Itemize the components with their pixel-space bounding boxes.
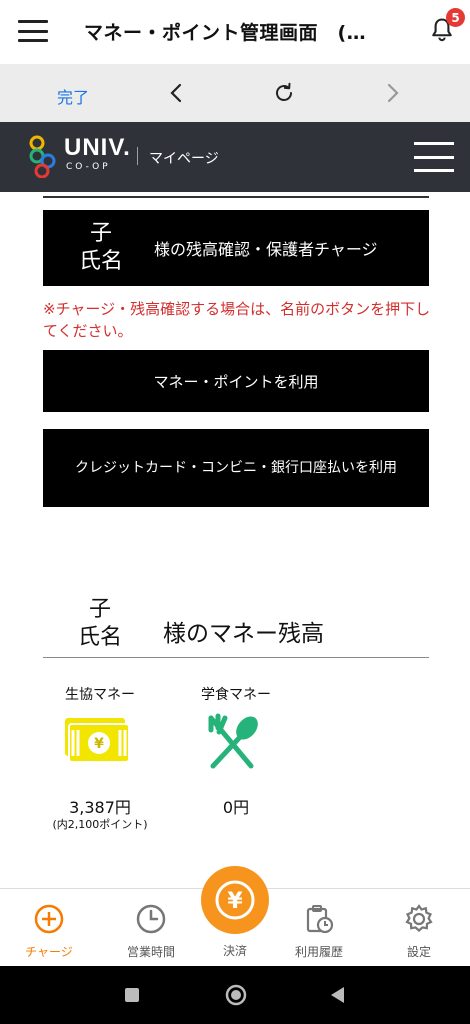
money-bill-icon: ¥ xyxy=(65,718,129,763)
card-payment-button[interactable]: クレジットカード・コンビニ・銀行口座払いを利用 xyxy=(43,429,429,507)
header-divider xyxy=(137,147,138,165)
gear-icon xyxy=(405,904,433,932)
fork-spoon-icon xyxy=(208,713,258,769)
forward-arrow-icon[interactable] xyxy=(380,81,404,105)
home-icon[interactable] xyxy=(224,983,248,1007)
yen-coin-icon: ¥ xyxy=(215,880,255,920)
brand-name: UNIV. xyxy=(64,134,131,161)
tab-settings-label: 設定 xyxy=(406,945,431,959)
app-bar: マネー・ポイント管理画面 (… 5 xyxy=(0,0,470,64)
browser-nav-bar: 完了 xyxy=(0,64,470,122)
warning-text: ※チャージ・残高確認する場合は、名前のボタンを押下してください。 xyxy=(43,300,431,340)
reload-icon[interactable] xyxy=(272,81,296,105)
coop-money-amount: 3,387円 xyxy=(69,798,131,817)
coop-money-points: (内2,100ポイント) xyxy=(52,818,148,831)
plus-circle-icon xyxy=(34,904,64,934)
clock-icon xyxy=(136,904,166,934)
cafeteria-money-column: 学食マネー 0円 xyxy=(171,684,301,817)
main-content: 子 氏名 様の残高確認・保護者チャージ ※チャージ・残高確認する場合は、名前のボ… xyxy=(0,192,470,888)
brand-subtitle: CO-OP xyxy=(66,162,111,172)
tab-settings[interactable]: 設定 xyxy=(372,889,466,967)
tab-pay-label: 決済 xyxy=(222,944,247,958)
svg-text:¥: ¥ xyxy=(94,736,104,752)
child-balance-button[interactable]: 子 氏名 様の残高確認・保護者チャージ xyxy=(43,210,429,286)
top-rule xyxy=(43,196,429,198)
balance-child-name: 子 氏名 xyxy=(78,597,123,650)
balance-title: 様のマネー残高 xyxy=(163,621,324,647)
balance-heading: 子 氏名 様のマネー残高 xyxy=(43,592,429,658)
coop-money-label: 生協マネー xyxy=(65,687,135,703)
history-icon xyxy=(306,905,334,934)
tab-history-label: 利用履歴 xyxy=(294,945,343,959)
back-triangle-icon[interactable] xyxy=(328,985,346,1005)
site-menu-icon[interactable] xyxy=(414,142,454,172)
tab-charge[interactable]: チャージ xyxy=(2,889,96,967)
pay-button[interactable]: ¥ xyxy=(201,866,269,934)
coop-money-column: 生協マネー ¥ 3,387円 (内2,100ポイント) xyxy=(35,684,165,831)
child-name: 子 氏名 xyxy=(79,221,124,274)
child-button-label: 様の残高確認・保護者チャージ xyxy=(154,240,378,259)
tab-charge-label: チャージ xyxy=(25,945,73,959)
tab-hours[interactable]: 営業時間 xyxy=(104,889,198,967)
use-money-point-button[interactable]: マネー・ポイントを利用 xyxy=(43,350,429,412)
hamburger-menu-icon[interactable] xyxy=(18,20,48,42)
recents-icon[interactable] xyxy=(124,987,140,1003)
site-header: UNIV. CO-OP マイページ xyxy=(0,122,470,192)
tab-history[interactable]: 利用履歴 xyxy=(272,889,366,967)
system-nav-bar xyxy=(0,966,470,1024)
app-title: マネー・ポイント管理画面 (… xyxy=(84,22,367,44)
notification-badge: 5 xyxy=(446,8,465,27)
section-title: マイページ xyxy=(149,151,219,167)
coop-logo-icon[interactable] xyxy=(28,134,68,178)
back-arrow-icon[interactable] xyxy=(165,81,189,105)
cafeteria-money-label: 学食マネー xyxy=(201,687,271,703)
cafeteria-money-amount: 0円 xyxy=(222,798,250,817)
svg-text:¥: ¥ xyxy=(227,889,243,914)
tab-hours-label: 営業時間 xyxy=(126,945,175,959)
done-button[interactable]: 完了 xyxy=(57,84,89,108)
